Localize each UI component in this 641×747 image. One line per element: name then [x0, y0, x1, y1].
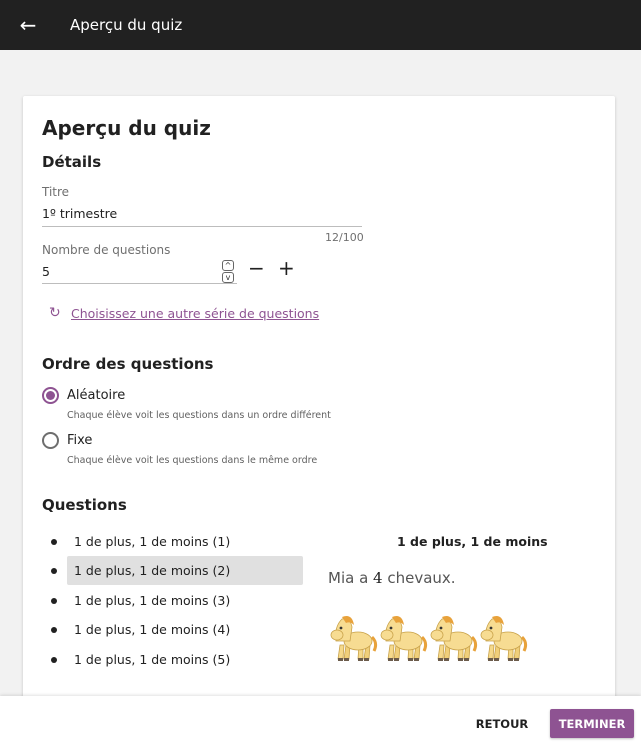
horse-images — [328, 611, 528, 663]
back-arrow-icon[interactable]: ← — [0, 0, 56, 50]
refresh-icon: ↻ — [49, 305, 61, 321]
page-title: Aperçu du quiz — [42, 116, 211, 140]
details-heading: Détails — [42, 153, 102, 171]
bullet-icon — [51, 539, 57, 545]
minus-button[interactable]: − — [248, 258, 265, 278]
horse-icon — [428, 611, 478, 663]
title-field-label: Titre — [42, 185, 70, 199]
plus-button[interactable]: + — [278, 258, 295, 278]
radio-unchecked-icon[interactable] — [42, 432, 59, 449]
quiz-preview-card: Aperçu du quiz Détails Titre 1º trimestr… — [23, 96, 615, 716]
order-random-label: Aléatoire — [67, 388, 126, 403]
question-item-3[interactable]: 1 de plus, 1 de moins (3) — [67, 586, 303, 615]
order-fixed-desc: Chaque élève voit les questions dans le … — [67, 455, 318, 466]
question-item-5[interactable]: 1 de plus, 1 de moins (5) — [67, 645, 303, 674]
refresh-questions-label: Choisissez une autre série de questions — [71, 305, 320, 321]
order-fixed-label: Fixe — [67, 433, 93, 448]
title-input-underline — [42, 226, 362, 227]
question-item-2[interactable]: 1 de plus, 1 de moins (2) — [67, 556, 303, 585]
preview-number: 4 — [373, 569, 383, 587]
footer-bar: RETOUR TERMINER — [0, 696, 641, 747]
order-fixed-radio[interactable]: Fixe — [42, 432, 92, 449]
preview-question-title: 1 de plus, 1 de moins — [397, 534, 548, 549]
questions-count-underline — [42, 283, 237, 284]
order-heading: Ordre des questions — [42, 355, 214, 373]
app-bar-title: Aperçu du quiz — [70, 16, 183, 34]
spin-up-icon[interactable]: ^ — [222, 260, 234, 271]
question-label: 1 de plus, 1 de moins (3) — [74, 593, 231, 608]
questions-heading: Questions — [42, 496, 127, 514]
preview-question-text: Mia a 4 chevaux. — [328, 569, 456, 587]
preview-text-after: chevaux. — [382, 569, 456, 587]
preview-text-before: Mia a — [328, 569, 374, 587]
question-item-4[interactable]: 1 de plus, 1 de moins (4) — [67, 615, 303, 644]
bullet-icon — [51, 598, 57, 604]
title-input[interactable]: 1º trimestre — [42, 206, 117, 221]
question-label: 1 de plus, 1 de moins (2) — [74, 563, 231, 578]
horse-icon — [478, 611, 528, 663]
horse-icon — [378, 611, 428, 663]
order-random-desc: Chaque élève voit les questions dans un … — [67, 410, 331, 421]
bullet-icon — [51, 568, 57, 574]
refresh-questions-link[interactable]: ↻ Choisissez une autre série de question… — [49, 305, 319, 321]
question-label: 1 de plus, 1 de moins (4) — [74, 622, 231, 637]
questions-count-input[interactable]: 5 — [42, 264, 50, 279]
radio-checked-icon[interactable] — [42, 387, 59, 404]
back-button[interactable]: RETOUR — [470, 710, 534, 738]
spin-down-icon[interactable]: v — [222, 272, 234, 283]
title-char-counter: 12/100 — [325, 231, 364, 244]
bullet-icon — [51, 627, 57, 633]
question-label: 1 de plus, 1 de moins (5) — [74, 652, 231, 667]
question-item-1[interactable]: 1 de plus, 1 de moins (1) — [67, 527, 303, 556]
bullet-icon — [51, 657, 57, 663]
question-label: 1 de plus, 1 de moins (1) — [74, 534, 231, 549]
questions-count-label: Nombre de questions — [42, 243, 171, 257]
finish-button[interactable]: TERMINER — [550, 709, 634, 738]
app-bar: ← Aperçu du quiz — [0, 0, 641, 50]
order-random-radio[interactable]: Aléatoire — [42, 387, 125, 404]
horse-icon — [328, 611, 378, 663]
